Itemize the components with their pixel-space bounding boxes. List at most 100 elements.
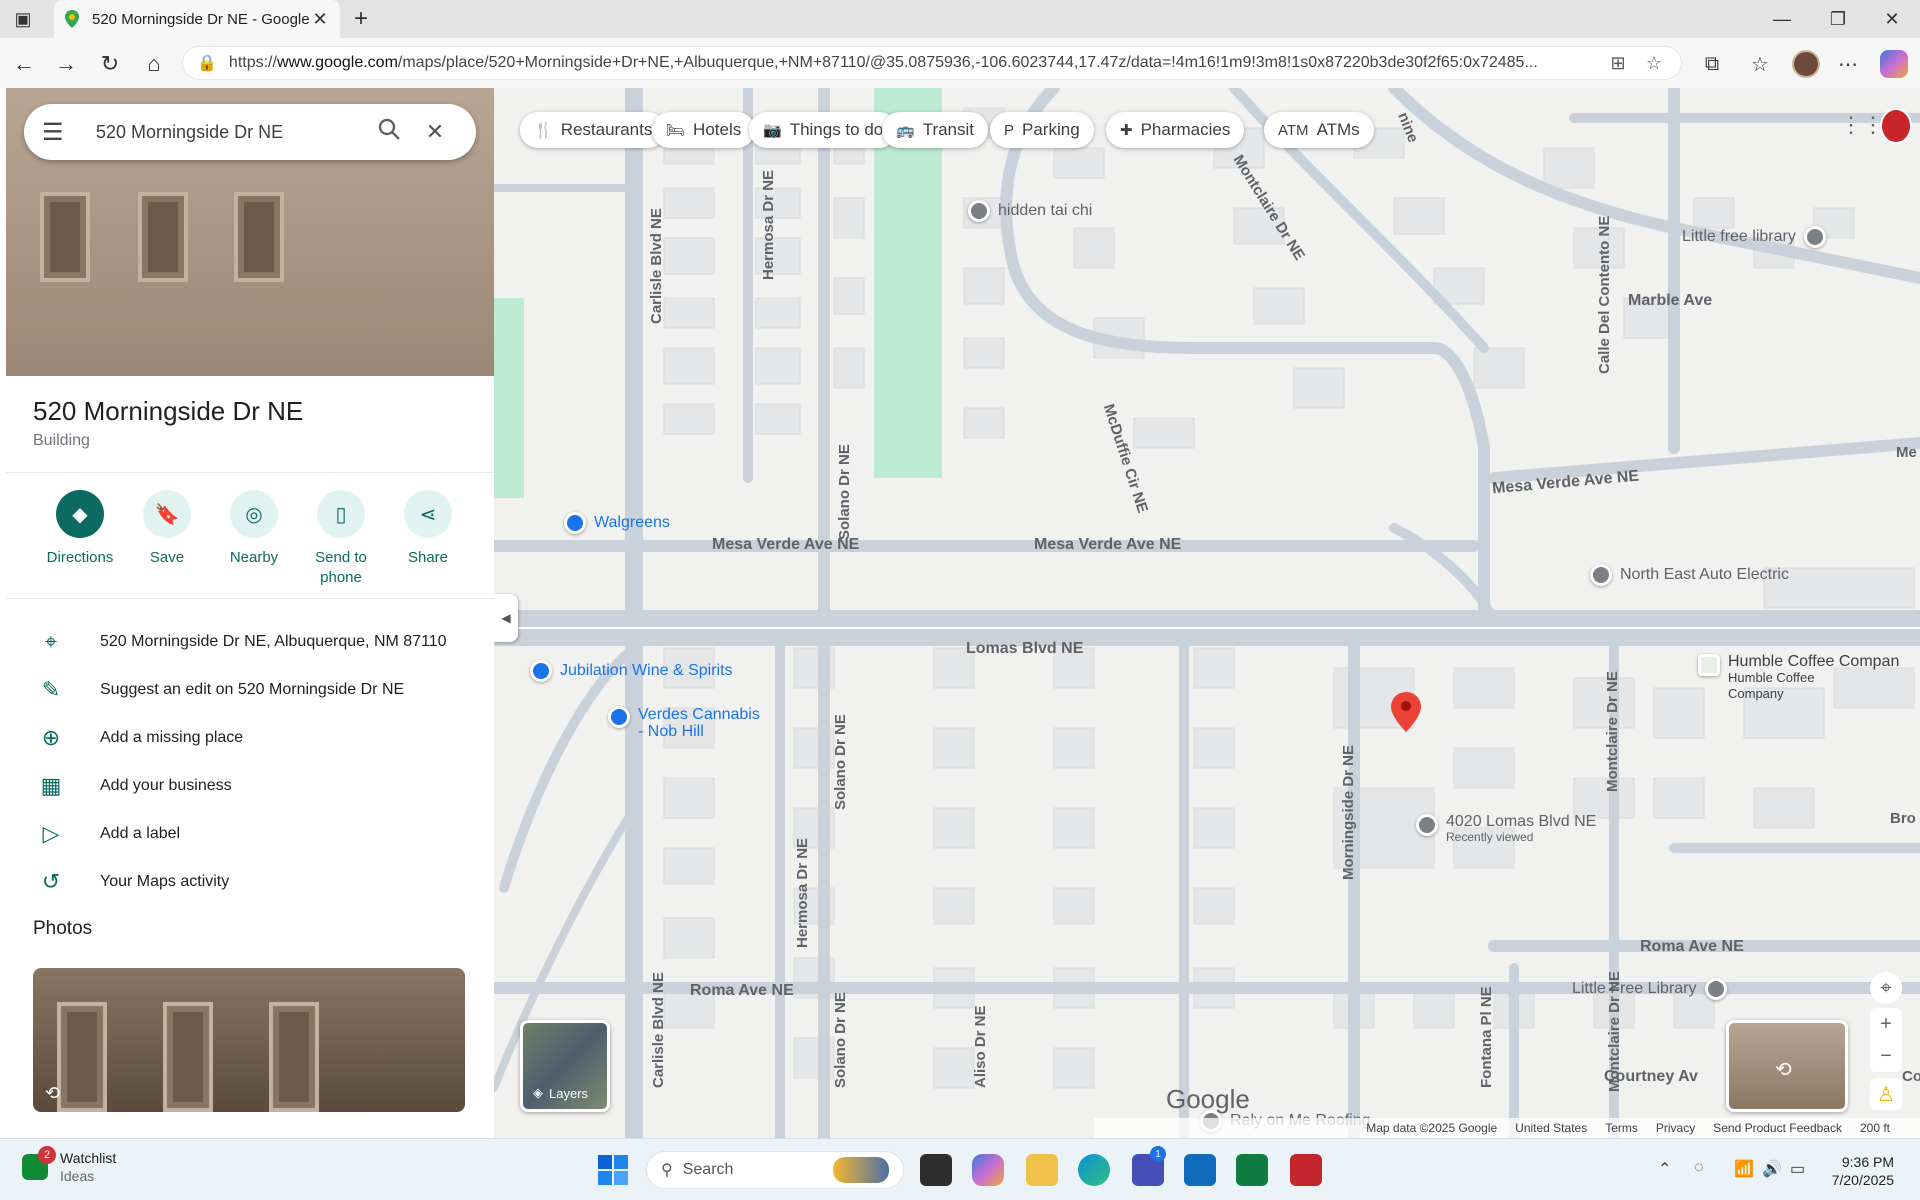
edge-browser-icon[interactable]	[1078, 1154, 1110, 1186]
chip-pharmacies[interactable]: ✚ Pharmacies	[1106, 112, 1245, 148]
search-box[interactable]: ☰ 520 Morningside Dr NE ✕	[24, 104, 476, 160]
privacy-link[interactable]: Privacy	[1656, 1121, 1695, 1135]
copilot-icon[interactable]	[1880, 50, 1908, 78]
browser-tab[interactable]: 520 Morningside Dr NE - Google ✕	[54, 0, 340, 38]
street-label: Carlisle Blvd NE	[650, 972, 667, 1088]
suggest-edit-row[interactable]: ✎ Suggest an edit on 520 Morningside Dr …	[26, 670, 486, 710]
poi-humble-coffee[interactable]: Humble Coffee Compan Humble Coffee Company	[1698, 654, 1899, 702]
app-available-icon[interactable]: ⊞	[1605, 53, 1631, 74]
outlook-icon[interactable]	[1184, 1154, 1216, 1186]
clock[interactable]: 9:36 PM 7/20/2025	[1810, 1153, 1894, 1189]
place-hero-photo[interactable]: ☰ 520 Morningside Dr NE ✕	[6, 88, 494, 376]
add-business-row[interactable]: ▦ Add your business	[26, 766, 486, 806]
terms-link[interactable]: Terms	[1605, 1121, 1638, 1135]
poi-jubilation-wine[interactable]: Jubilation Wine & Spirits	[530, 660, 733, 682]
share-button[interactable]: ⋖ Share	[385, 490, 471, 568]
extensions-icon[interactable]: ⧉	[1696, 48, 1728, 80]
layers-button[interactable]: ◈ Layers	[520, 1020, 610, 1112]
search-icon[interactable]	[366, 118, 412, 146]
poi-little-free-library-2[interactable]: Little Free Library	[1572, 978, 1735, 1000]
my-location-icon[interactable]: ⌖	[1870, 972, 1902, 1004]
forward-arrow-icon[interactable]: →	[50, 48, 82, 80]
scale-bar[interactable]: 200 ft	[1860, 1121, 1890, 1135]
reload-icon[interactable]: ↻	[94, 48, 126, 80]
place-photo-thumbnail[interactable]: ⟲	[33, 968, 465, 1112]
poi-verdes-cannabis[interactable]: Verdes Cannabis - Nob Hill	[608, 706, 760, 740]
battery-icon[interactable]: ▭	[1790, 1159, 1805, 1179]
minimize-icon[interactable]: —	[1754, 0, 1810, 38]
zoom-out-button[interactable]: −	[1870, 1040, 1902, 1072]
poi-4020-lomas[interactable]: 4020 Lomas Blvd NE Recently viewed	[1416, 814, 1596, 845]
chip-parking[interactable]: P Parking	[990, 112, 1094, 148]
chip-transit[interactable]: 🚌 Transit	[882, 112, 989, 148]
tab-title: 520 Morningside Dr NE - Google	[92, 10, 310, 28]
place-type[interactable]: Building	[33, 432, 90, 450]
place-panel: ☰ 520 Morningside Dr NE ✕ 520 Morningsid…	[6, 88, 494, 1138]
taskbar-search[interactable]: ⚲ Search	[646, 1151, 904, 1189]
address-bar[interactable]: 🔒 https://www.google.com/maps/place/520+…	[182, 46, 1682, 80]
poi-hidden-tai-chi[interactable]: hidden tai chi	[968, 200, 1092, 222]
show-hidden-icons-icon[interactable]: ⌃	[1658, 1159, 1671, 1179]
street-label: Courtney Av	[1604, 1068, 1698, 1085]
nearby-button[interactable]: ◎ Nearby	[211, 490, 297, 568]
task-view-icon[interactable]	[920, 1154, 952, 1186]
directions-button[interactable]: ◆ Directions	[37, 490, 123, 568]
maps-activity-row[interactable]: ↺ Your Maps activity	[26, 862, 486, 902]
collapse-panel-icon[interactable]: ◀	[494, 594, 518, 642]
chip-atms[interactable]: ATM ATMs	[1264, 112, 1374, 148]
home-icon[interactable]: ⌂	[138, 48, 170, 80]
chip-things-to-do[interactable]: 📷 Things to do	[749, 112, 898, 148]
chip-hotels[interactable]: 🛏 Hotels	[652, 112, 756, 148]
wifi-icon[interactable]: 📶	[1734, 1159, 1754, 1179]
directions-icon: ◆	[56, 490, 104, 538]
back-arrow-icon[interactable]: ←	[8, 48, 40, 80]
tab-close-icon[interactable]: ✕	[310, 9, 330, 30]
feedback-link[interactable]: Send Product Feedback	[1713, 1121, 1842, 1135]
poi-little-free-library-1[interactable]: Little free library	[1682, 226, 1834, 248]
address-row[interactable]: ⌖ 520 Morningside Dr NE, Albuquerque, NM…	[26, 622, 486, 662]
add-missing-place-row[interactable]: ⊕ Add a missing place	[26, 718, 486, 758]
map-footer: Map data ©2025 Google United States Term…	[1094, 1118, 1920, 1138]
street-label: Montclaire Dr NE	[1604, 671, 1621, 792]
window-close-icon[interactable]: ✕	[1864, 0, 1920, 38]
label-icon: ▷	[42, 821, 60, 846]
poi-walgreens[interactable]: Walgreens	[564, 512, 670, 534]
account-shield-icon[interactable]	[1880, 108, 1912, 144]
street-view-thumbnail[interactable]: ⟲	[1726, 1020, 1848, 1112]
favorites-icon[interactable]: ☆	[1744, 48, 1776, 80]
favorite-star-icon[interactable]: ☆	[1641, 53, 1667, 74]
pegman-icon[interactable]: ♙	[1870, 1078, 1902, 1110]
volume-icon[interactable]: 🔊	[1762, 1159, 1782, 1179]
watchlist-widget[interactable]: 2 Watchlist Ideas	[22, 1146, 117, 1185]
windows-start-icon[interactable]	[598, 1155, 628, 1185]
teams-icon[interactable]: 1	[1132, 1146, 1166, 1186]
poi-north-east-auto-electric[interactable]: North East Auto Electric	[1590, 564, 1789, 586]
excel-icon[interactable]	[1236, 1154, 1268, 1186]
profile-avatar[interactable]	[1792, 50, 1820, 78]
search-input[interactable]: 520 Morningside Dr NE	[96, 122, 366, 143]
send-to-phone-button[interactable]: ▯ Send to phone	[298, 490, 384, 588]
chip-restaurants[interactable]: 🍴 Restaurants	[520, 112, 667, 148]
add-label-row[interactable]: ▷ Add a label	[26, 814, 486, 854]
hamburger-menu-icon[interactable]: ☰	[42, 118, 78, 147]
zoom-in-button[interactable]: +	[1870, 1008, 1902, 1040]
clear-search-icon[interactable]: ✕	[412, 119, 458, 145]
share-icon: ⋖	[404, 490, 452, 538]
map-canvas[interactable]: 🍴 Restaurants 🛏 Hotels 📷 Things to do 🚌 Tran…	[494, 88, 1920, 1138]
copilot-app-icon[interactable]	[972, 1154, 1004, 1186]
google-maps-favicon-icon	[64, 10, 80, 28]
more-menu-icon[interactable]: ⋯	[1832, 48, 1864, 80]
street-label: Carlisle Blvd NE	[648, 208, 665, 324]
selected-place-pin-icon[interactable]	[1391, 692, 1421, 732]
sidebar-toggle-icon[interactable]: ▣	[0, 0, 46, 38]
restore-icon[interactable]: ❐	[1810, 0, 1866, 38]
watchlist-title: Watchlist	[60, 1150, 117, 1166]
lock-icon[interactable]: 🔒	[197, 53, 217, 73]
camera-icon: 📷	[763, 122, 782, 139]
save-button[interactable]: 🔖 Save	[124, 490, 210, 568]
acrobat-icon[interactable]	[1290, 1154, 1322, 1186]
file-explorer-icon[interactable]	[1026, 1154, 1058, 1186]
new-tab-icon[interactable]: +	[340, 0, 382, 38]
region-link[interactable]: United States	[1515, 1121, 1587, 1135]
network-status-icon[interactable]: ◌	[1694, 1159, 1704, 1177]
